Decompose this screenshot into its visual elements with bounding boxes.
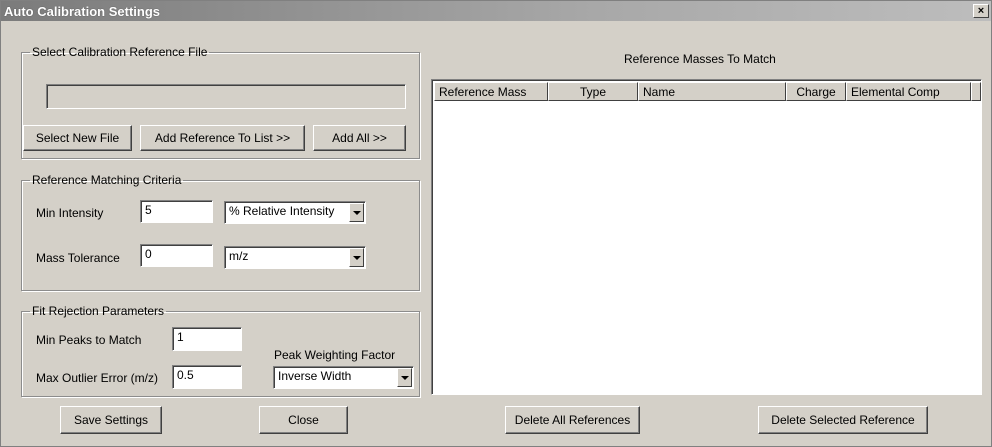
mass-tolerance-value: 0: [145, 247, 152, 261]
intensity-unit-select[interactable]: % Relative Intensity: [224, 201, 366, 224]
delete-all-references-button[interactable]: Delete All References: [505, 406, 640, 434]
min-peaks-input[interactable]: 1: [172, 327, 242, 351]
column-header-reference-mass[interactable]: Reference Mass: [434, 82, 548, 101]
peak-weighting-factor-select[interactable]: Inverse Width: [273, 366, 414, 389]
chevron-down-icon[interactable]: [349, 203, 364, 222]
add-reference-to-list-button[interactable]: Add Reference To List >>: [140, 125, 305, 151]
window-title: Auto Calibration Settings: [4, 3, 160, 19]
reference-file-path-field: [46, 84, 406, 109]
close-icon[interactable]: ×: [973, 4, 989, 18]
mass-tolerance-unit-value: m/z: [229, 249, 249, 263]
min-intensity-label: Min Intensity: [36, 206, 104, 220]
add-all-button[interactable]: Add All >>: [313, 125, 406, 151]
save-settings-button[interactable]: Save Settings: [60, 406, 162, 434]
column-header-filler: [971, 82, 981, 101]
reference-matching-criteria-group: Reference Matching Criteria: [21, 173, 420, 291]
chevron-down-icon[interactable]: [349, 248, 364, 267]
delete-selected-reference-button[interactable]: Delete Selected Reference: [758, 406, 928, 434]
column-header-type[interactable]: Type: [548, 82, 638, 101]
reference-list-header: Reference Mass Type Name Charge Elementa…: [434, 82, 981, 101]
title-bar[interactable]: Auto Calibration Settings ×: [1, 1, 991, 21]
min-peaks-value: 1: [177, 330, 184, 344]
fit-rejection-parameters-legend: Fit Rejection Parameters: [32, 304, 165, 318]
auto-calibration-dialog: Auto Calibration Settings × Select Calib…: [0, 0, 992, 447]
column-header-name[interactable]: Name: [638, 82, 786, 101]
min-peaks-label: Min Peaks to Match: [36, 333, 142, 347]
mass-tolerance-input[interactable]: 0: [140, 244, 213, 267]
peak-weighting-factor-value: Inverse Width: [278, 369, 352, 383]
reference-masses-list[interactable]: Reference Mass Type Name Charge Elementa…: [431, 79, 982, 395]
close-button[interactable]: Close: [259, 406, 348, 434]
chevron-down-icon[interactable]: [397, 368, 412, 387]
max-outlier-error-label: Max Outlier Error (m/z): [36, 371, 159, 385]
min-intensity-input[interactable]: 5: [140, 200, 213, 223]
reference-masses-title: Reference Masses To Match: [624, 52, 776, 66]
peak-weighting-factor-label: Peak Weighting Factor: [274, 348, 396, 362]
max-outlier-error-value: 0.5: [177, 368, 194, 382]
column-header-elemental-comp[interactable]: Elemental Comp: [846, 82, 971, 101]
mass-tolerance-unit-select[interactable]: m/z: [224, 246, 366, 269]
intensity-unit-value: % Relative Intensity: [229, 204, 335, 218]
max-outlier-error-input[interactable]: 0.5: [172, 365, 242, 389]
column-header-charge[interactable]: Charge: [786, 82, 846, 101]
min-intensity-value: 5: [145, 203, 152, 217]
select-new-file-button[interactable]: Select New File: [23, 125, 132, 151]
select-reference-file-legend: Select Calibration Reference File: [32, 45, 208, 59]
reference-matching-criteria-legend: Reference Matching Criteria: [32, 173, 182, 187]
mass-tolerance-label: Mass Tolerance: [36, 251, 120, 265]
close-glyph: ×: [977, 5, 985, 17]
